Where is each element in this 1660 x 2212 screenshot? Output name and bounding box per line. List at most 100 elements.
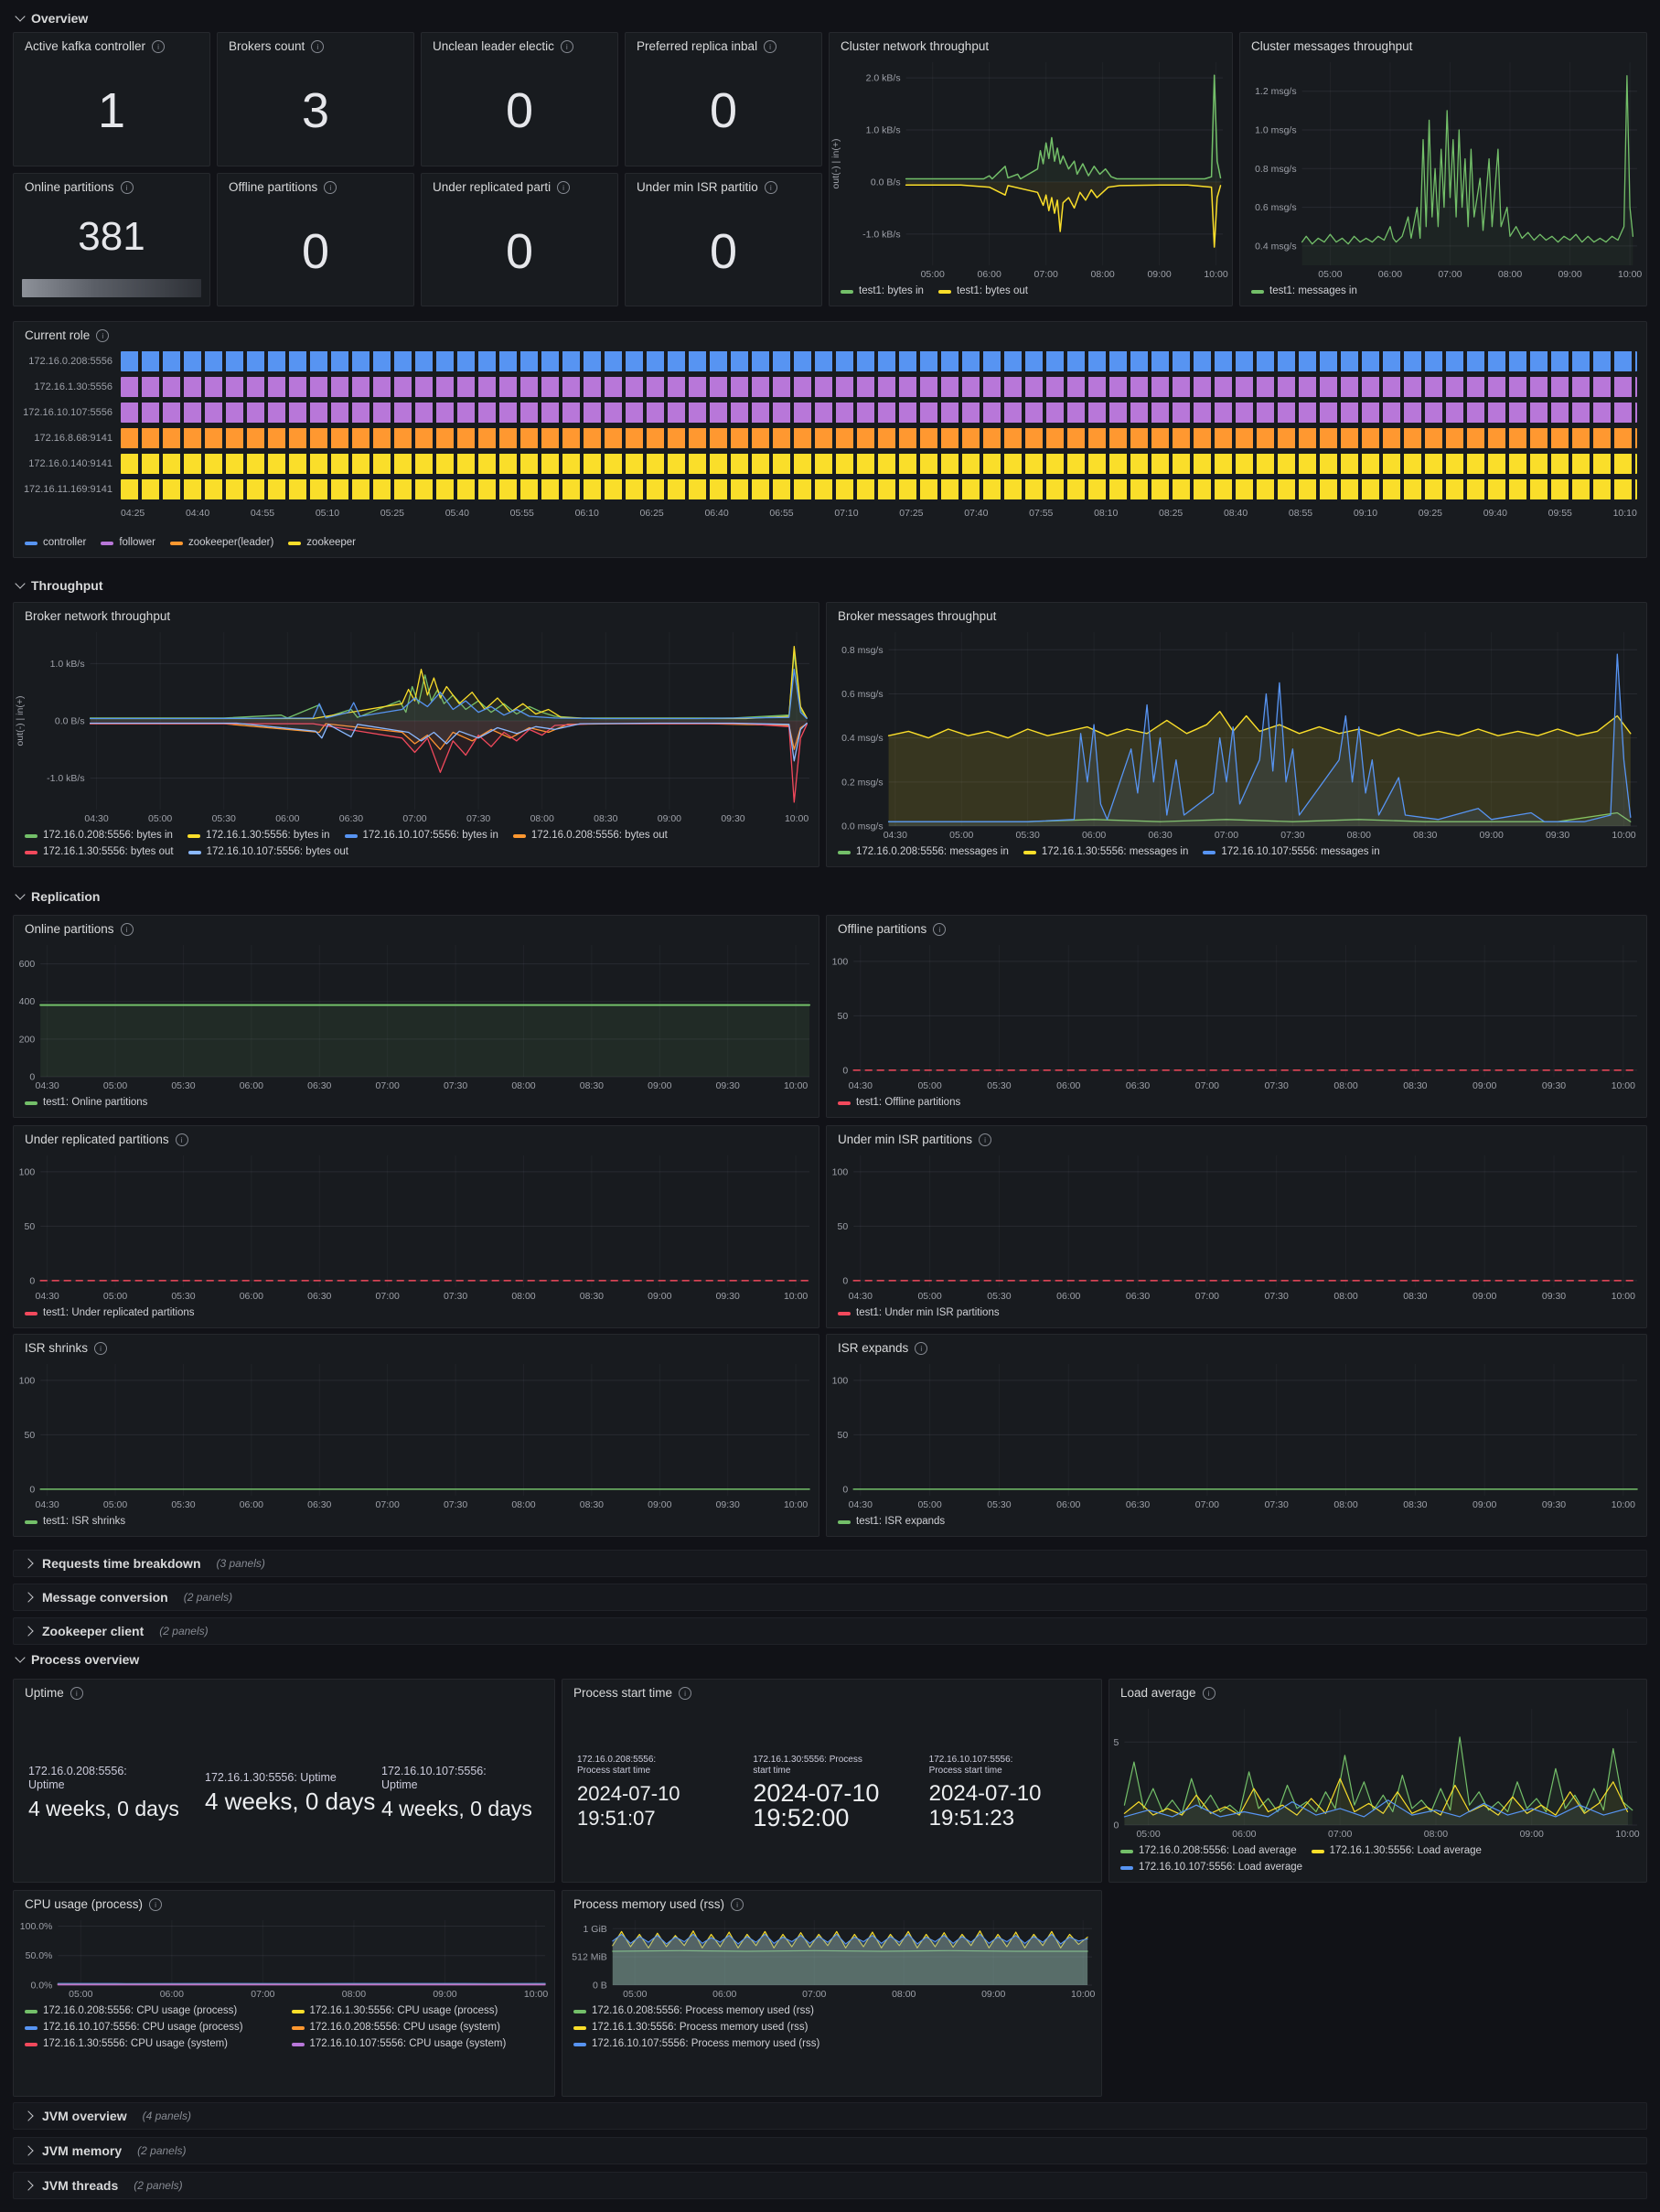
online-partitions-chart[interactable]: 04:3005:0005:3006:0006:3007:0007:3008:00… (14, 939, 819, 1093)
legend-item[interactable]: 172.16.10.107:5556: bytes out (188, 845, 348, 859)
svg-text:10:00: 10:00 (1612, 830, 1635, 841)
legend-item[interactable]: 172.16.0.208:5556: Process memory used (… (573, 2004, 1090, 2018)
legend-item[interactable]: test1: ISR shrinks (25, 1515, 125, 1529)
panel-cpu-usage: CPU usage (process)i 05:0006:0007:0008:0… (13, 1890, 555, 2097)
section-row-requests-time-breakdown[interactable]: Requests time breakdown (3 panels) (13, 1550, 1647, 1577)
info-icon[interactable]: i (324, 181, 337, 194)
timeline-tick-label: 07:10 (834, 508, 858, 519)
legend-item[interactable]: 172.16.0.208:5556: bytes out (513, 829, 668, 843)
legend-item[interactable]: zookeeper (288, 536, 356, 550)
legend-item[interactable]: 172.16.1.30:5556: bytes in (187, 829, 330, 843)
legend-item[interactable]: test1: Offline partitions (838, 1096, 960, 1110)
svg-text:2.0 kB/s: 2.0 kB/s (866, 73, 901, 84)
legend-item[interactable]: 172.16.0.208:5556: CPU usage (system) (292, 2021, 544, 2035)
info-icon[interactable]: i (561, 40, 573, 53)
info-icon[interactable]: i (149, 1898, 162, 1911)
legend-item[interactable]: 172.16.10.107:5556: Load average (1120, 1861, 1302, 1874)
cluster-network-chart[interactable]: 05:0006:0007:0008:0009:0010:00-1.0 kB/s0… (830, 56, 1232, 282)
section-row-jvm-threads[interactable]: JVM threads (2 panels) (13, 2172, 1647, 2199)
svg-text:09:30: 09:30 (721, 813, 744, 824)
section-header-throughput[interactable]: Throughput (16, 576, 103, 595)
legend-item[interactable]: test1: bytes out (938, 285, 1028, 298)
under-min-isr-chart[interactable]: 04:3005:0005:3006:0006:3007:0007:3008:00… (827, 1149, 1646, 1304)
panel-title: Under replicated parti (433, 180, 551, 194)
legend-item[interactable]: zookeeper(leader) (170, 536, 273, 550)
under-replicated-chart[interactable]: 04:3005:0005:3006:0006:3007:0007:3008:00… (14, 1149, 819, 1304)
legend-item[interactable]: 172.16.1.30:5556: CPU usage (process) (292, 2004, 544, 2018)
cpu-usage-chart[interactable]: 05:0006:0007:0008:0009:0010:000.0%50.0%1… (14, 1914, 554, 2002)
info-icon[interactable]: i (933, 923, 946, 936)
info-icon[interactable]: i (121, 181, 134, 194)
timeline-state-bar-follower[interactable] (121, 377, 1637, 397)
legend-item[interactable]: 172.16.1.30:5556: Load average (1312, 1844, 1482, 1858)
svg-text:09:00: 09:00 (648, 1499, 671, 1510)
section-header-process-overview[interactable]: Process overview (16, 1650, 139, 1669)
info-icon[interactable]: i (70, 1687, 83, 1700)
legend-item[interactable]: 172.16.0.208:5556: Load average (1120, 1844, 1297, 1858)
legend-item[interactable]: test1: messages in (1251, 285, 1357, 298)
svg-text:08:30: 08:30 (1403, 1080, 1427, 1091)
timeline-state-bar-controller[interactable] (121, 351, 1637, 371)
legend-item[interactable]: 172.16.1.30:5556: CPU usage (system) (25, 2037, 277, 2051)
offline-partitions-chart[interactable]: 04:3005:0005:3006:0006:3007:0007:3008:00… (827, 939, 1646, 1093)
info-icon[interactable]: i (764, 40, 776, 53)
timeline-tick-label: 06:40 (704, 508, 728, 519)
chart-legend: test1: bytes in test1: bytes out (830, 282, 1232, 306)
timeline-state-bar-follower[interactable] (121, 403, 1637, 423)
info-icon[interactable]: i (152, 40, 165, 53)
info-icon[interactable]: i (915, 1342, 927, 1355)
timeline-state-bar-zookeeper[interactable] (121, 479, 1637, 499)
current-role-timeline[interactable]: 172.16.0.208:5556172.16.1.30:5556172.16.… (14, 345, 1646, 533)
isr-expands-chart[interactable]: 04:3005:0005:3006:0006:3007:0007:3008:00… (827, 1358, 1646, 1512)
legend-item[interactable]: follower (101, 536, 155, 550)
legend-item[interactable]: 172.16.0.208:5556: messages in (838, 845, 1009, 859)
section-row-zookeeper-client[interactable]: Zookeeper client (2 panels) (13, 1617, 1647, 1645)
broker-network-chart[interactable]: 04:3005:0005:3006:0006:3007:0007:3008:00… (14, 626, 819, 826)
info-icon[interactable]: i (311, 40, 324, 53)
legend-item[interactable]: 172.16.0.208:5556: CPU usage (process) (25, 2004, 277, 2018)
section-row-message-conversion[interactable]: Message conversion (2 panels) (13, 1584, 1647, 1611)
svg-text:07:30: 07:30 (444, 1499, 467, 1510)
legend-item[interactable]: controller (25, 536, 86, 550)
legend-item[interactable]: 172.16.1.30:5556: bytes out (25, 845, 174, 859)
legend-item[interactable]: 172.16.0.208:5556: bytes in (25, 829, 173, 843)
broker-messages-chart[interactable]: 04:3005:0005:3006:0006:3007:0007:3008:00… (827, 626, 1646, 843)
info-icon[interactable]: i (731, 1898, 744, 1911)
legend-item[interactable]: 172.16.10.107:5556: messages in (1203, 845, 1379, 859)
legend-item[interactable]: 172.16.10.107:5556: CPU usage (process) (25, 2021, 277, 2035)
legend-item[interactable]: test1: ISR expands (838, 1515, 945, 1529)
legend-item[interactable]: test1: Under replicated partitions (25, 1306, 195, 1320)
info-icon[interactable]: i (765, 181, 777, 194)
section-row-jvm-memory[interactable]: JVM memory (2 panels) (13, 2137, 1647, 2164)
section-header-overview[interactable]: Overview (16, 9, 88, 27)
info-icon[interactable]: i (679, 1687, 691, 1700)
legend-item[interactable]: 172.16.10.107:5556: bytes in (345, 829, 498, 843)
legend-label: 172.16.10.107:5556: bytes in (363, 829, 498, 843)
svg-text:05:00: 05:00 (917, 1499, 941, 1510)
legend-item[interactable]: test1: Under min ISR partitions (838, 1306, 1000, 1320)
timeline-state-bar-zookeeper[interactable] (121, 454, 1637, 474)
info-icon[interactable]: i (176, 1133, 188, 1146)
legend-item[interactable]: test1: Online partitions (25, 1096, 147, 1110)
info-icon[interactable]: i (94, 1342, 107, 1355)
load-average-chart[interactable]: 05:0006:0007:0008:0009:0010:0005 (1109, 1702, 1646, 1842)
cluster-messages-chart[interactable]: 05:0006:0007:0008:0009:0010:000.4 msg/s0… (1240, 56, 1646, 282)
section-row-jvm-overview[interactable]: JVM overview (4 panels) (13, 2102, 1647, 2130)
isr-shrinks-chart[interactable]: 04:3005:0005:3006:0006:3007:0007:3008:00… (14, 1358, 819, 1512)
panel-title: Broker network throughput (25, 609, 170, 623)
process-memory-chart[interactable]: 05:0006:0007:0008:0009:0010:000 B512 MiB… (562, 1914, 1101, 2002)
info-icon[interactable]: i (1203, 1687, 1216, 1700)
legend-item[interactable]: 172.16.10.107:5556: Process memory used … (573, 2037, 1090, 2051)
info-icon[interactable]: i (557, 181, 570, 194)
legend-item[interactable]: 172.16.1.30:5556: Process memory used (r… (573, 2021, 1090, 2035)
legend-item[interactable]: test1: bytes in (841, 285, 924, 298)
info-icon[interactable]: i (979, 1133, 991, 1146)
svg-text:0.8 msg/s: 0.8 msg/s (1255, 164, 1297, 175)
info-icon[interactable]: i (96, 329, 109, 342)
legend-item[interactable]: 172.16.10.107:5556: CPU usage (system) (292, 2037, 544, 2051)
section-header-replication[interactable]: Replication (16, 887, 100, 906)
legend-marker (1023, 851, 1036, 854)
legend-item[interactable]: 172.16.1.30:5556: messages in (1023, 845, 1188, 859)
timeline-state-bar-zookeeper(leader)[interactable] (121, 428, 1637, 448)
info-icon[interactable]: i (121, 923, 134, 936)
